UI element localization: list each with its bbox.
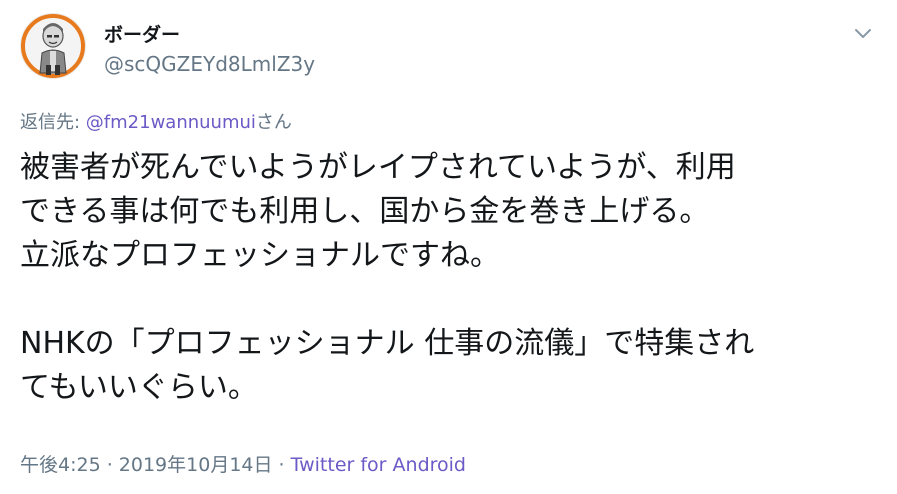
user-handle[interactable]: @scQGZEYd8LmlZ3y — [104, 52, 315, 76]
avatar[interactable] — [20, 13, 86, 79]
tweet-text-line: 立派なプロフェッショナルですね。 — [20, 238, 500, 273]
tweet-metadata: 午後4:25 · 2019年10月14日 · Twitter for Andro… — [20, 450, 466, 477]
tweet-source-link[interactable]: Twitter for Android — [291, 454, 466, 476]
tweet-time[interactable]: 午後4:25 — [20, 454, 101, 476]
reply-suffix: さん — [255, 112, 292, 133]
tweet-text-line: できる事は何でも利用し、国から金を巻き上げる。 — [20, 194, 710, 229]
tweet-date[interactable]: 2019年10月14日 — [119, 454, 273, 476]
tweet-card: ボーダー @scQGZEYd8LmlZ3y 返信先: @fm21wannuumu… — [0, 0, 897, 494]
tweet-text-line: 被害者が死んでいようがレイプされていようが、利用 — [20, 150, 736, 185]
display-name[interactable]: ボーダー — [104, 20, 180, 47]
chevron-down-icon[interactable] — [852, 22, 874, 44]
meta-separator: · — [100, 454, 119, 476]
tweet-text-line: NHKの「プロフェッショナル 仕事の流儀」で特集され — [20, 326, 755, 361]
avatar-illustration-icon — [21, 14, 85, 78]
tweet-text: 被害者が死んでいようがレイプされていようが、利用 できる事は何でも利用し、国から… — [20, 146, 880, 410]
tweet-text-line — [20, 278, 880, 322]
reply-context: 返信先: @fm21wannuumuiさん — [20, 108, 292, 134]
meta-separator: · — [272, 454, 291, 476]
reply-prefix: 返信先: — [20, 112, 86, 133]
tweet-text-line: てもいいぐらい。 — [20, 370, 258, 405]
reply-mention-link[interactable]: @fm21wannuumui — [86, 112, 256, 133]
